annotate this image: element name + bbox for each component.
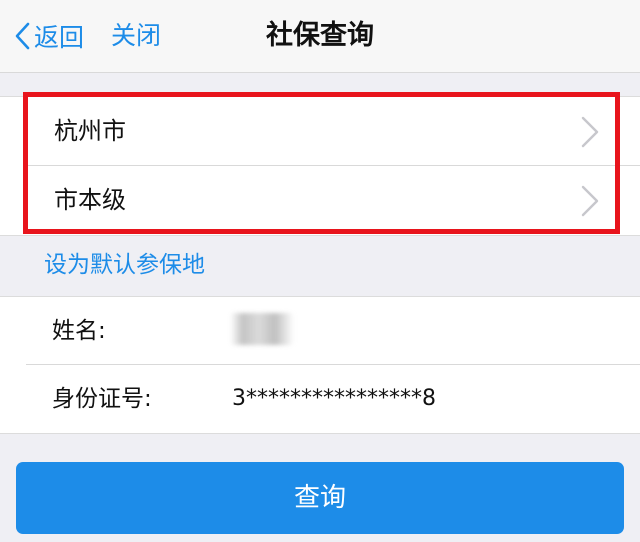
name-label: 姓名:	[52, 318, 106, 344]
back-label: 返回	[34, 23, 85, 52]
set-default-location-link[interactable]: 设为默认参保地	[44, 246, 205, 284]
city-selector-row[interactable]: 杭州市	[0, 97, 640, 166]
name-row: 姓名:	[0, 297, 640, 365]
level-label: 市本级	[54, 186, 126, 214]
personal-info-card: 姓名: 身份证号: 3****************8	[0, 296, 640, 434]
id-number-row: 身份证号: 3****************8	[0, 365, 640, 433]
query-button[interactable]: 查询	[16, 462, 624, 534]
city-label: 杭州市	[54, 117, 126, 145]
chevron-left-icon	[15, 22, 30, 50]
back-button[interactable]: 返回	[14, 18, 84, 54]
close-button[interactable]: 关闭	[111, 18, 161, 54]
navigation-bar: 返回 关闭 社保查询	[0, 0, 640, 73]
id-number-value: 3****************8	[232, 386, 436, 411]
level-selector-row[interactable]: 市本级	[0, 166, 640, 235]
name-value-blurred	[230, 313, 294, 345]
chevron-right-icon	[581, 185, 599, 217]
page-title: 社保查询	[266, 20, 374, 51]
region-selector: 杭州市 市本级	[0, 96, 640, 236]
chevron-right-icon	[581, 116, 599, 148]
id-number-label: 身份证号:	[52, 386, 152, 412]
